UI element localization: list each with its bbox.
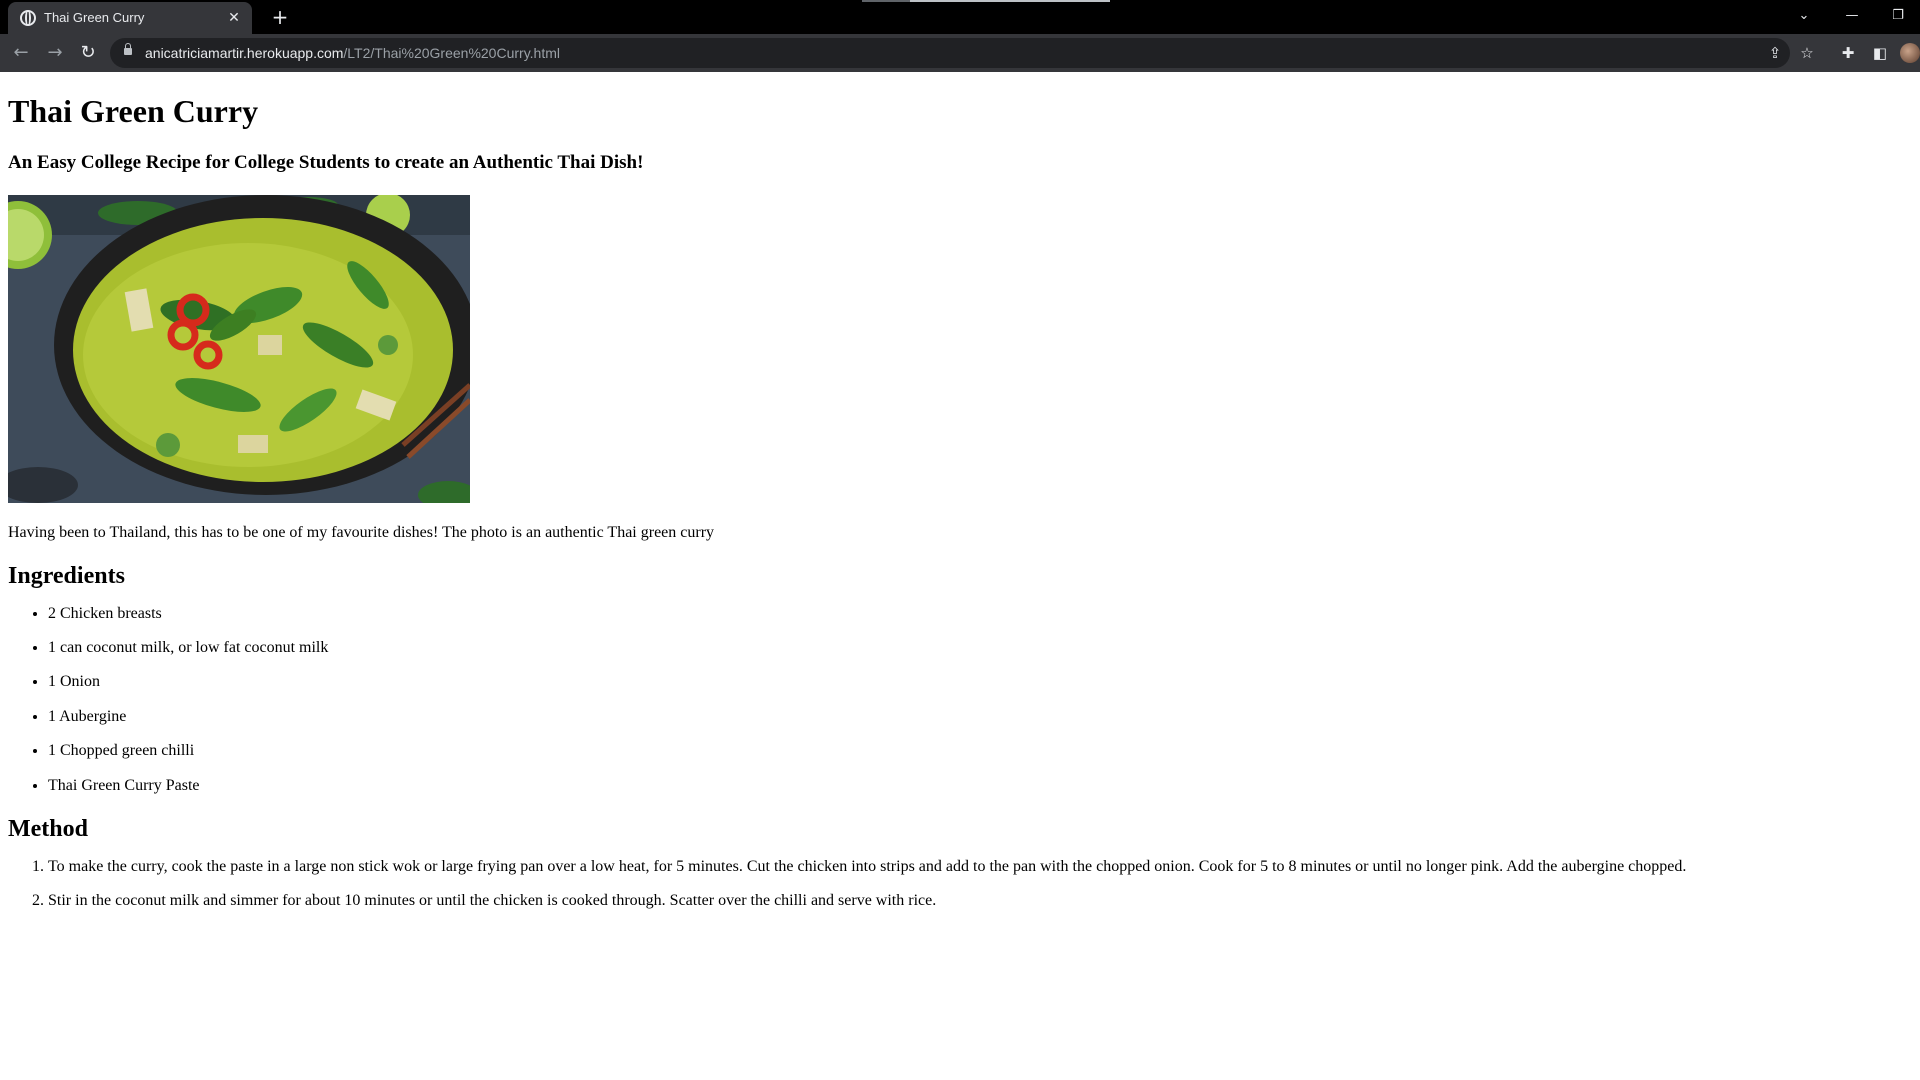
method-step: To make the curry, cook the paste in a l… [48, 858, 1908, 876]
curry-photo-drawing [8, 194, 470, 503]
tab-strip: Thai Green Curry ✕ + ⌄ — ❐ [0, 0, 1920, 34]
page-title: Thai Green Curry [8, 93, 259, 129]
list-item: 1 Onion [48, 673, 1908, 691]
reload-icon[interactable]: ↻ [75, 40, 101, 66]
back-arrow-icon[interactable]: ← [8, 40, 34, 66]
chevron-down-icon[interactable]: ⌄ [1784, 4, 1824, 28]
tab-title: Thai Green Curry [44, 10, 145, 25]
list-item: 1 can coconut milk, or low fat coconut m… [48, 639, 1908, 657]
address-bar[interactable]: anicatriciamartir.herokuapp.com/LT2/Thai… [110, 38, 1814, 68]
ingredients-heading: Ingredients [8, 563, 125, 590]
lock-icon[interactable] [124, 43, 132, 55]
curry-photo [8, 194, 470, 503]
plus-icon[interactable]: + [266, 4, 294, 30]
share-icon[interactable]: ⇪ [1764, 42, 1786, 64]
list-item: 2 Chicken breasts [48, 605, 1908, 623]
list-item: 1 Aubergine [48, 708, 1908, 726]
method-heading: Method [8, 815, 88, 842]
avatar[interactable] [1900, 43, 1920, 63]
page-content: Thai Green Curry An Easy College Recipe … [8, 72, 1908, 926]
tab-thai-green-curry[interactable]: Thai Green Curry ✕ [8, 2, 252, 34]
ingredients-list: 2 Chicken breasts 1 can coconut milk, or… [8, 605, 1908, 795]
star-icon[interactable]: ☆ [1796, 42, 1818, 64]
url-text[interactable]: anicatriciamartir.herokuapp.com/LT2/Thai… [145, 45, 560, 61]
browser-chrome: Thai Green Curry ✕ + ⌄ — ❐ ← → ↻ anicatr… [0, 0, 1920, 72]
restore-icon[interactable]: ❐ [1878, 4, 1918, 28]
photo-caption: Having been to Thailand, this has to be … [8, 523, 715, 541]
minimize-icon[interactable]: — [1832, 4, 1872, 28]
method-step: Stir in the coconut milk and simmer for … [48, 892, 1908, 910]
globe-icon [20, 10, 36, 26]
side-panel-icon[interactable]: ◧ [1869, 42, 1891, 64]
forward-arrow-icon[interactable]: → [42, 40, 68, 66]
url-path: /LT2/Thai%20Green%20Curry.html [343, 45, 560, 61]
method-list: To make the curry, cook the paste in a l… [8, 858, 1908, 911]
browser-toolbar: ← → ↻ anicatriciamartir.herokuapp.com/LT… [0, 34, 1920, 72]
list-item: 1 Chopped green chilli [48, 742, 1908, 760]
url-host: anicatriciamartir.herokuapp.com [145, 45, 344, 61]
close-icon[interactable]: ✕ [224, 8, 244, 28]
puzzle-icon[interactable]: ✚ [1837, 42, 1859, 64]
page-subtitle: An Easy College Recipe for College Stude… [8, 151, 644, 173]
list-item: Thai Green Curry Paste [48, 777, 1908, 795]
loading-indicator-start [862, 0, 910, 2]
